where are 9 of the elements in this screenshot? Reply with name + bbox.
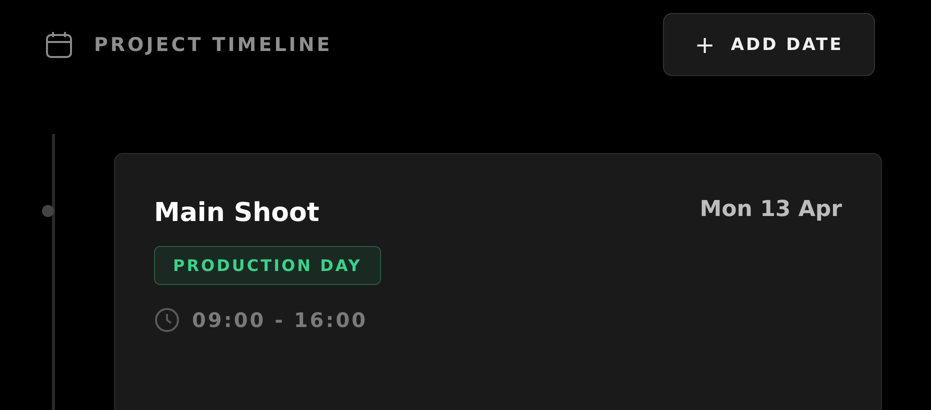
calendar-icon [44,30,74,60]
event-date: Mon 13 Apr [700,196,842,222]
add-date-button[interactable]: + ADD DATE [663,13,875,76]
event-time: 09:00 - 16:00 [192,308,368,332]
clock-icon [154,307,180,333]
timeline-dot [42,205,54,217]
event-tag: PRODUCTION DAY [154,246,381,285]
section-title: PROJECT TIMELINE [94,34,332,56]
event-title: Main Shoot [154,198,320,228]
